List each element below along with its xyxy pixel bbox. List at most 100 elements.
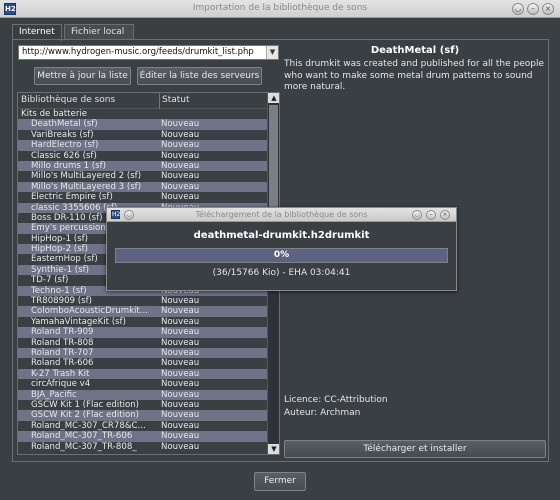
window-title: Importation de la bibliothèque de sons (192, 3, 368, 13)
progress-label: 0% (273, 250, 290, 260)
table-row[interactable]: Electric Empire (sf) Nouveau (18, 192, 267, 203)
minimize-icon[interactable]: – (527, 3, 539, 15)
drumkit-name: Electric Empire (sf) (31, 192, 113, 203)
download-status: (36/15766 Kio) - EHA 03:04:41 (212, 268, 351, 278)
drumkit-name: GSCW Kit 2 (Flac edition) (31, 410, 140, 421)
drumkit-status: Nouveau (161, 192, 200, 203)
drumkit-status: Nouveau (161, 171, 200, 182)
drumkit-status: Nouveau (161, 337, 200, 348)
drumkit-name: YamahaVintageKit (sf) (31, 316, 126, 327)
drumkit-name: Roland_MC-307_TR-606 (31, 431, 133, 442)
shade-icon[interactable]: ◡ (512, 3, 524, 15)
table-row[interactable]: Millo's MultiLayered 2 (sf) Nouveau (18, 171, 267, 182)
drumkit-name: Roland TR-909 (31, 327, 94, 338)
drumkit-name: Classic 626 (sf) (31, 150, 97, 161)
table-row[interactable]: Roland TR-808 Nouveau (18, 337, 267, 348)
edit-servers-button[interactable]: Éditer la liste des serveurs (137, 67, 262, 85)
table-header: Bibliothèque de sons Statut (18, 93, 267, 109)
drumkit-name: DeathMetal (sf) (31, 119, 98, 130)
table-row[interactable]: ColomboAcousticDrumkit... Nouveau (18, 306, 267, 317)
close-icon[interactable]: × (542, 3, 554, 15)
server-url-value: http://www.hydrogen-music.org/feeds/drum… (22, 47, 254, 57)
drumkit-status: Nouveau (161, 306, 200, 317)
server-url-combo[interactable]: http://www.hydrogen-music.org/feeds/drum… (18, 45, 279, 60)
drumkit-status: Nouveau (161, 441, 200, 452)
kit-author: Auteur: Archman (284, 408, 361, 418)
column-header-status[interactable]: Statut (162, 95, 190, 105)
table-row[interactable]: Classic 626 (sf) Nouveau (18, 150, 267, 161)
table-row[interactable]: DeathMetal (sf) Nouveau (18, 119, 267, 130)
table-row[interactable]: BJA_Pacific Nouveau (18, 389, 267, 400)
tab-local-file[interactable]: Fichier local (64, 24, 134, 40)
drumkit-status: Nouveau (161, 379, 200, 390)
update-list-button[interactable]: Mettre à jour la liste (34, 67, 131, 85)
drumkit-name: Roland TR-606 (31, 358, 94, 369)
column-divider[interactable] (159, 93, 160, 109)
scroll-up-icon[interactable]: ▲ (268, 93, 279, 103)
drumkit-status: Nouveau (161, 399, 200, 410)
table-row[interactable]: GSCW Kit 2 (Flac edition) Nouveau (18, 410, 267, 421)
table-row[interactable]: Roland TR-606 Nouveau (18, 358, 267, 369)
download-install-button[interactable]: Télécharger et installer (284, 440, 546, 458)
drumkit-status: Nouveau (161, 431, 200, 442)
dialog-close-icon[interactable]: × (440, 210, 450, 220)
table-row[interactable]: Roland_MC-307_TR-808_ Nouveau (18, 441, 267, 452)
kit-description: This drumkit was created and published f… (284, 59, 544, 92)
table-row[interactable]: YamahaVintageKit (sf) Nouveau (18, 316, 267, 328)
drumkit-name: HardElectro (sf) (31, 140, 99, 151)
drumkit-name: K-27 Trash Kit (31, 368, 90, 379)
table-row[interactable]: Millo's MultiLayered 3 (sf) Nouveau (18, 181, 267, 193)
drumkit-status: Nouveau (161, 129, 200, 140)
download-filename: deathmetal-drumkit.h2drumkit (193, 230, 370, 241)
drumkit-name: Roland_MC-307_CR78&C... (31, 420, 146, 431)
drumkit-status: Nouveau (161, 296, 200, 307)
table-row[interactable]: TR808909 (sf) Nouveau (18, 296, 267, 307)
dialog-titlebar[interactable]: H2 ◡ Téléchargement de la bibliothèque d… (107, 208, 456, 222)
table-row[interactable]: VariBreaks (sf) Nouveau (18, 129, 267, 141)
kit-title: DeathMetal (sf) (370, 45, 460, 56)
drumkit-status: Nouveau (161, 119, 200, 130)
drumkit-name: circAfrique v4 (31, 379, 91, 390)
table-row[interactable]: HardElectro (sf) Nouveau (18, 140, 267, 151)
drumkit-name: Roland TR-707 (31, 347, 94, 358)
group-label: Kits de batterie (21, 109, 88, 119)
download-dialog: H2 ◡ Téléchargement de la bibliothèque d… (106, 207, 457, 291)
table-row[interactable]: Roland_MC-307_CR78&C... Nouveau (18, 420, 267, 432)
scroll-down-icon[interactable]: ▼ (268, 444, 279, 454)
drumkit-status: Nouveau (161, 140, 200, 151)
drumkit-status: Nouveau (161, 327, 200, 338)
drumkit-status: Nouveau (161, 389, 200, 400)
chevron-down-icon[interactable]: ▼ (266, 46, 278, 59)
drumkit-status: Nouveau (161, 160, 200, 171)
drumkit-name: VariBreaks (sf) (31, 129, 94, 140)
dialog-minimize-icon[interactable]: – (426, 210, 436, 220)
table-row[interactable]: circAfrique v4 Nouveau (18, 379, 267, 390)
table-row[interactable]: K-27 Trash Kit Nouveau (18, 368, 267, 380)
table-group-drumkits[interactable]: Kits de batterie (18, 109, 267, 120)
drumkit-status: Nouveau (161, 316, 200, 327)
drumkit-name: ColomboAcousticDrumkit... (31, 306, 149, 317)
table-row[interactable]: Millo drums 1 (sf) Nouveau (18, 160, 267, 172)
table-row[interactable]: Roland TR-707 Nouveau (18, 347, 267, 359)
drumkit-name: Roland_MC-307_TR-808_ (31, 441, 137, 452)
close-button[interactable]: Fermer (254, 472, 306, 491)
table-row[interactable]: Roland TR-909 Nouveau (18, 327, 267, 338)
drumkit-status: Nouveau (161, 181, 200, 192)
kit-license: Licence: CC-Attribution (284, 395, 388, 405)
window-titlebar[interactable]: H2 Importation de la bibliothèque de son… (0, 0, 560, 18)
drumkit-status: Nouveau (161, 420, 200, 431)
column-header-library[interactable]: Bibliothèque de sons (21, 95, 115, 105)
drumkit-name: Millo's MultiLayered 2 (sf) (31, 171, 142, 182)
drumkit-name: TR808909 (sf) (31, 296, 92, 307)
drumkit-status: Nouveau (161, 347, 200, 358)
drumkit-name: BJA_Pacific (31, 389, 77, 400)
drumkit-status: Nouveau (161, 410, 200, 421)
dialog-title: Téléchargement de la bibliothèque de son… (195, 210, 368, 219)
table-row[interactable]: GSCW Kit 1 (Flac edition) Nouveau (18, 399, 267, 411)
table-row[interactable]: Roland_MC-307_TR-606 Nouveau (18, 431, 267, 442)
drumkit-name: Millo drums 1 (sf) (31, 160, 106, 171)
drumkit-status: Nouveau (161, 358, 200, 369)
drumkit-status: Nouveau (161, 150, 200, 161)
dialog-shade-icon[interactable]: ◡ (412, 210, 422, 220)
drumkit-name: Millo's MultiLayered 3 (sf) (31, 181, 142, 192)
